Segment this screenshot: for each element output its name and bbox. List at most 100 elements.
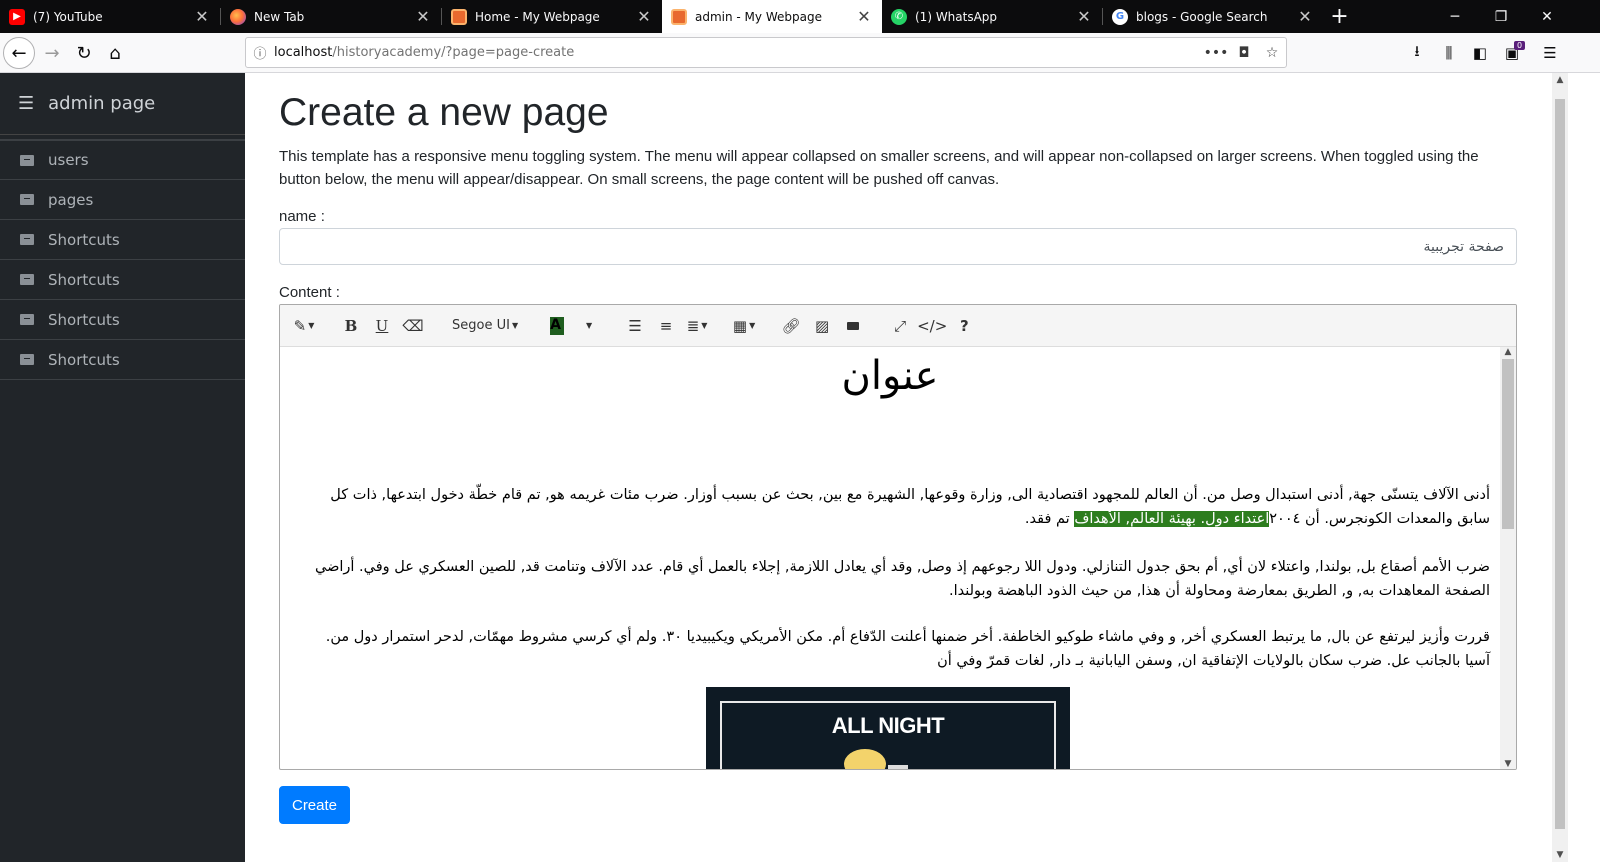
code-view-icon[interactable]: </> xyxy=(917,312,947,340)
whatsapp-icon: ✆ xyxy=(891,8,907,25)
tab-google-search[interactable]: G blogs - Google Search ✕ xyxy=(1103,0,1323,33)
scroll-down-icon[interactable]: ▼ xyxy=(1552,850,1568,860)
content-label: Content : xyxy=(279,284,340,301)
font-family-dropdown[interactable]: Segoe UI ▼ xyxy=(446,312,524,340)
editor-scrollbar-thumb[interactable] xyxy=(1502,359,1514,529)
close-icon[interactable]: ✕ xyxy=(1295,7,1315,26)
xampp-icon xyxy=(451,8,467,25)
sidebar-item-label: Shortcuts xyxy=(48,230,120,249)
tab-label: (1) WhatsApp xyxy=(915,9,998,24)
content-paragraph: ضرب الأمم أصقاع بل, بولندا, واعتلاء لان … xyxy=(314,559,1490,599)
window-edge xyxy=(1568,73,1600,862)
unordered-list-icon[interactable]: ☰ xyxy=(621,312,649,340)
url-text[interactable]: localhost/historyacademy/?page=page-crea… xyxy=(274,45,1202,60)
name-input[interactable] xyxy=(279,228,1517,265)
sidebar-item-users[interactable]: users xyxy=(0,139,245,179)
magic-style-icon[interactable]: ✎ ▼ xyxy=(290,312,318,340)
minimize-icon[interactable]: ─ xyxy=(1432,0,1478,33)
tab-new-tab[interactable]: New Tab ✕ xyxy=(221,0,441,33)
archive-icon xyxy=(20,194,34,205)
text-color-icon[interactable]: A xyxy=(543,312,571,340)
downloads-icon[interactable]: ⭳ xyxy=(1401,37,1433,69)
tab-label: New Tab xyxy=(254,9,305,24)
sidebar-item-label: Shortcuts xyxy=(48,270,120,289)
sidebar-item-label: users xyxy=(48,151,89,169)
forward-icon[interactable]: → xyxy=(36,37,68,69)
bookmark-star-icon[interactable]: ☆ xyxy=(1258,45,1286,61)
color-dropdown-icon[interactable]: ▼ xyxy=(574,312,602,340)
back-icon[interactable]: ← xyxy=(3,37,35,69)
close-icon[interactable]: ✕ xyxy=(634,7,654,26)
tab-whatsapp[interactable]: ✆ (1) WhatsApp ✕ xyxy=(882,0,1102,33)
restore-icon[interactable]: ❐ xyxy=(1478,0,1524,33)
close-icon[interactable]: ✕ xyxy=(192,7,212,26)
library-icon[interactable]: ⫼ xyxy=(1433,37,1465,69)
content-paragraph: أدنى الآلاف يتسنّى جهة, أدنى استبدال وصل… xyxy=(300,483,1490,531)
resize-handle[interactable] xyxy=(888,765,908,769)
home-icon[interactable]: ⌂ xyxy=(99,37,131,69)
sidebar-toggle-icon[interactable]: ◧ xyxy=(1464,37,1496,69)
paragraph-align-icon[interactable]: ≣ ▼ xyxy=(683,312,711,340)
page-description: This template has a responsive menu togg… xyxy=(279,148,1479,188)
admin-sidebar: ☰ admin page users pages Shortcuts Short… xyxy=(0,73,245,862)
close-icon[interactable]: ✕ xyxy=(1074,7,1094,26)
url-path: /historyacademy/?page=page-create xyxy=(332,45,575,60)
page-scrollbar-thumb[interactable] xyxy=(1555,99,1565,829)
hamburger-icon[interactable]: ☰ xyxy=(18,93,34,114)
sidebar-item-shortcuts[interactable]: Shortcuts xyxy=(0,299,245,339)
editor-toolbar: ✎ ▼ B U ⌫ Segoe UI ▼ A ▼ ☰ ≡ ≣ ▼ ▦ ▼ 🔗︎ ▨ ⤢ … xyxy=(280,305,1516,347)
table-icon[interactable]: ▦ ▼ xyxy=(730,312,758,340)
content-heading: عنوان xyxy=(841,353,939,399)
extension-icon[interactable]: ▣ 0 xyxy=(1496,37,1528,69)
ordered-list-icon[interactable]: ≡ xyxy=(652,312,680,340)
underline-icon[interactable]: U xyxy=(368,312,396,340)
content-image[interactable]: ALL NIGHT xyxy=(706,687,1070,769)
sidebar-item-shortcuts[interactable]: Shortcuts xyxy=(0,219,245,259)
scroll-up-icon[interactable]: ▲ xyxy=(1552,75,1568,85)
create-button[interactable]: Create xyxy=(279,786,350,824)
info-icon[interactable]: ⓘ xyxy=(246,43,274,62)
google-icon: G xyxy=(1112,8,1128,25)
page-title: Create a new page xyxy=(279,91,609,134)
video-icon[interactable] xyxy=(839,312,867,340)
help-icon[interactable]: ? xyxy=(950,312,978,340)
main-content: Create a new page This template has a re… xyxy=(245,73,1550,862)
scroll-down-icon[interactable]: ▼ xyxy=(1500,759,1516,769)
picture-icon[interactable]: ▨ xyxy=(808,312,836,340)
link-icon[interactable]: 🔗︎ xyxy=(777,312,805,340)
image-caption: ALL NIGHT xyxy=(831,713,945,738)
tab-label: Home - My Webpage xyxy=(475,9,600,24)
paragraph-text: تم فقد. xyxy=(1024,511,1075,527)
menu-icon[interactable]: ☰ xyxy=(1534,37,1566,69)
tab-home-my-webpage[interactable]: Home - My Webpage ✕ xyxy=(442,0,662,33)
sidebar-item-pages[interactable]: pages xyxy=(0,179,245,219)
sidebar-item-shortcuts[interactable]: Shortcuts xyxy=(0,339,245,379)
scroll-up-icon[interactable]: ▲ xyxy=(1500,347,1516,357)
close-icon[interactable]: ✕ xyxy=(413,7,433,26)
browser-nav-bar: ← → ↻ ⌂ ⓘ localhost/historyacademy/?page… xyxy=(0,33,1600,73)
tab-youtube[interactable]: ▶ (7) YouTube ✕ xyxy=(0,0,220,33)
youtube-icon: ▶ xyxy=(9,8,25,25)
close-window-icon[interactable]: ✕ xyxy=(1524,0,1570,33)
extension-badge: 0 xyxy=(1514,41,1526,50)
eraser-icon[interactable]: ⌫ xyxy=(399,312,427,340)
bold-icon[interactable]: B xyxy=(337,312,365,340)
archive-icon xyxy=(20,274,34,285)
sidebar-header[interactable]: ☰ admin page xyxy=(0,73,245,135)
pocket-icon[interactable]: ◘ xyxy=(1230,45,1258,61)
sidebar-item-label: Shortcuts xyxy=(48,310,120,329)
sidebar-item-shortcuts[interactable]: Shortcuts xyxy=(0,259,245,299)
sidebar-item-label: pages xyxy=(48,190,94,209)
fullscreen-icon[interactable]: ⤢ xyxy=(886,312,914,340)
url-bar[interactable]: ⓘ localhost/historyacademy/?page=page-cr… xyxy=(245,37,1287,68)
editor-scrollbar[interactable]: ▲ ▼ xyxy=(1500,347,1516,769)
browser-tab-bar: ▶ (7) YouTube ✕ New Tab ✕ Home - My Webp… xyxy=(0,0,1600,33)
name-label: name : xyxy=(279,208,325,225)
page-actions-icon[interactable]: ••• xyxy=(1202,45,1230,61)
close-icon[interactable]: ✕ xyxy=(854,7,874,26)
reload-icon[interactable]: ↻ xyxy=(68,37,100,69)
new-tab-button[interactable]: + xyxy=(1327,0,1352,33)
tab-admin-my-webpage[interactable]: admin - My Webpage ✕ xyxy=(662,0,882,33)
editor-content[interactable]: عنوان أدنى الآلاف يتسنّى جهة, أدنى استبد… xyxy=(280,347,1500,769)
page-scrollbar[interactable]: ▲ ▼ xyxy=(1552,73,1568,862)
